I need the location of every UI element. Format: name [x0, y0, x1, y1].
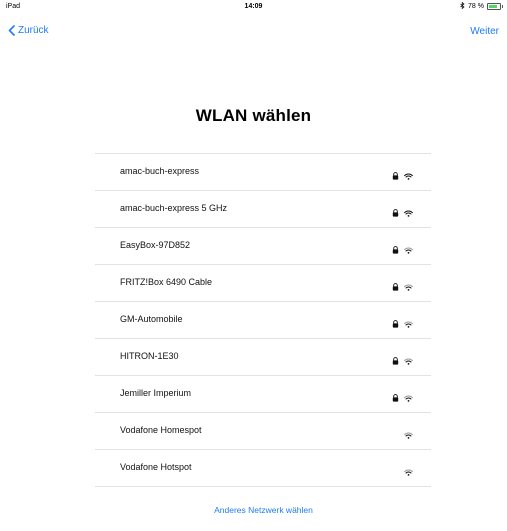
battery-percent: 78 % — [468, 3, 484, 10]
wifi-signal-icon — [404, 352, 413, 370]
wifi-network-row[interactable]: Vodafone Homespot — [95, 413, 431, 450]
wifi-signal-icon — [404, 241, 413, 259]
back-button[interactable]: Zurück — [8, 25, 49, 36]
back-button-label: Zurück — [18, 25, 49, 36]
navigation-bar: Zurück Weiter — [0, 20, 507, 46]
wifi-signal-icon — [404, 389, 413, 407]
wifi-network-row[interactable]: FRITZ!Box 6490 Cable — [95, 265, 431, 302]
wifi-signal-icon — [404, 315, 413, 333]
wifi-network-row[interactable]: Vodafone Hotspot — [95, 450, 431, 487]
lock-icon — [392, 389, 399, 407]
page-title: WLAN wählen — [195, 106, 312, 125]
lock-icon — [392, 204, 399, 222]
status-bar: iPad 14:09 78 % — [0, 0, 507, 14]
wifi-network-list: amac-buch-express amac-buch-express 5 GHz… — [95, 153, 431, 487]
lock-icon — [392, 352, 399, 370]
wifi-network-name: Vodafone Hotspot — [120, 462, 192, 472]
wifi-signal-icon — [404, 167, 413, 185]
wifi-network-row[interactable]: HITRON-1E30 — [95, 339, 431, 376]
battery-icon — [487, 3, 503, 10]
wifi-network-row[interactable]: GM-Automobile — [95, 302, 431, 339]
wifi-signal-icon — [404, 426, 413, 444]
chevron-left-icon — [8, 25, 15, 36]
wifi-network-row[interactable]: amac-buch-express — [95, 154, 431, 191]
other-network-button[interactable]: Anderes Netzwerk wählen — [0, 505, 507, 515]
wifi-network-row[interactable]: Jemiller Imperium — [95, 376, 431, 413]
wifi-network-name: Vodafone Homespot — [120, 425, 202, 435]
battery-fill — [489, 5, 497, 8]
wifi-network-name: HITRON-1E30 — [120, 351, 179, 361]
lock-icon — [392, 315, 399, 333]
wifi-signal-icon — [404, 204, 413, 222]
wifi-network-name: amac-buch-express — [120, 166, 200, 176]
wifi-signal-icon — [404, 278, 413, 296]
wifi-network-name: Jemiller Imperium — [120, 388, 192, 398]
lock-icon — [392, 278, 399, 296]
wifi-network-name: GM-Automobile — [120, 314, 183, 324]
next-button[interactable]: Weiter — [470, 26, 499, 37]
status-right: 78 % — [460, 1, 503, 11]
wifi-network-name: EasyBox-97D852 — [120, 240, 191, 250]
bluetooth-icon — [460, 1, 465, 11]
battery-tip — [502, 5, 503, 8]
wifi-network-name: FRITZ!Box 6490 Cable — [120, 277, 213, 287]
wifi-network-name: amac-buch-express 5 GHz — [120, 203, 228, 213]
wifi-network-row[interactable]: amac-buch-express 5 GHz — [95, 191, 431, 228]
status-time: 14:09 — [244, 3, 263, 10]
lock-icon — [392, 167, 399, 185]
wifi-network-row[interactable]: EasyBox-97D852 — [95, 228, 431, 265]
wifi-signal-icon — [404, 463, 413, 481]
lock-icon — [392, 241, 399, 259]
